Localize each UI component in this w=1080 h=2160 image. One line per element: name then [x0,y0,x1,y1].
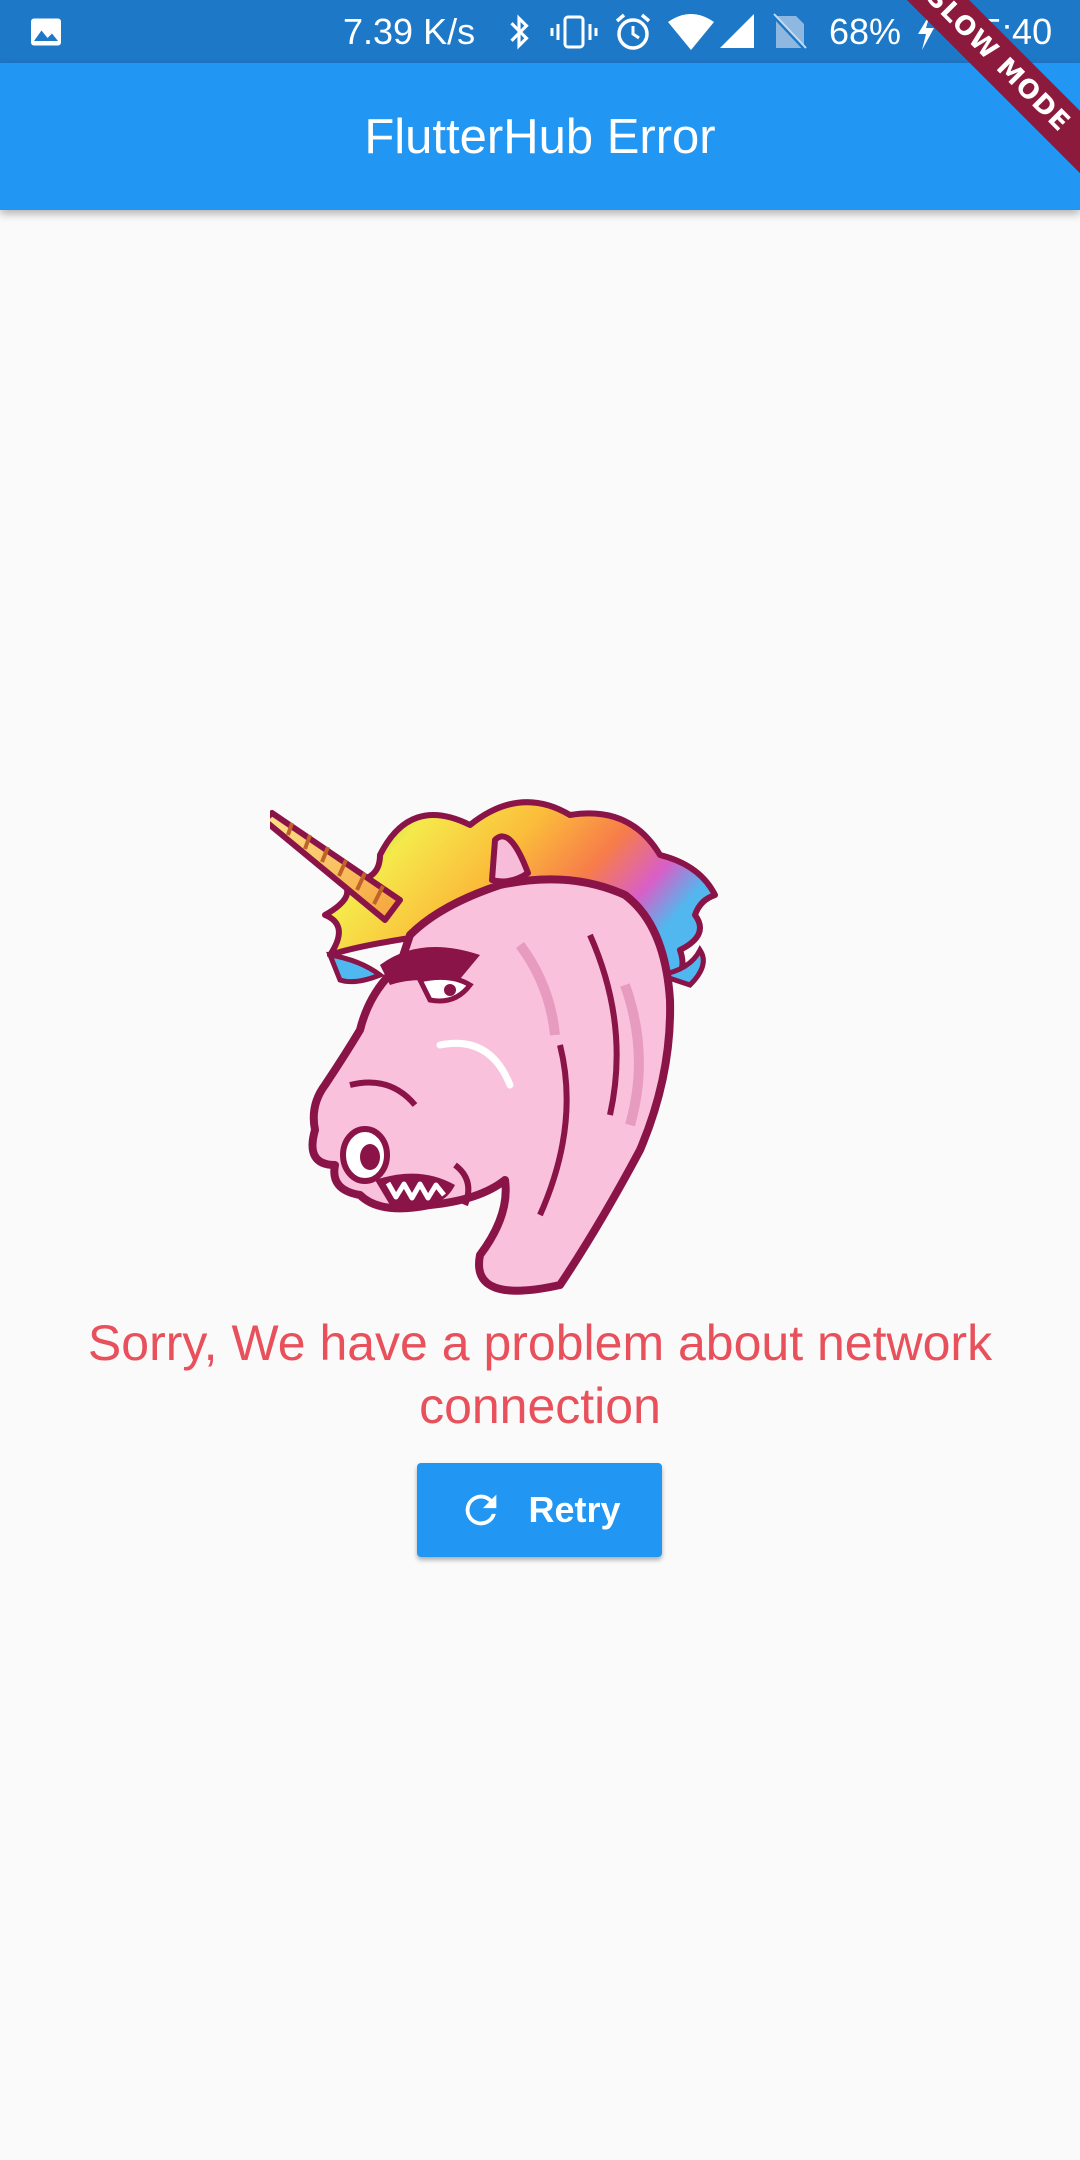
wifi-icon [666,0,716,63]
bluetooth-icon [504,0,534,63]
network-speed: 7.39 K/s [343,10,476,52]
app-bar: FlutterHub Error [0,63,1080,210]
alarm-icon [612,0,654,63]
retry-label: Retry [528,1489,621,1530]
retry-button[interactable]: Retry [417,1463,662,1557]
vibrate-icon [549,0,599,63]
refresh-icon [466,1494,497,1526]
gallery-icon [28,0,64,63]
error-message: Sorry, We have a problem about network c… [87,1315,993,1434]
battery-level: 68% [829,10,902,52]
page-title: FlutterHub Error [364,109,716,164]
unicorn-illustration [270,799,718,1295]
no-sim-icon [772,0,808,63]
signal-icon [718,0,758,63]
